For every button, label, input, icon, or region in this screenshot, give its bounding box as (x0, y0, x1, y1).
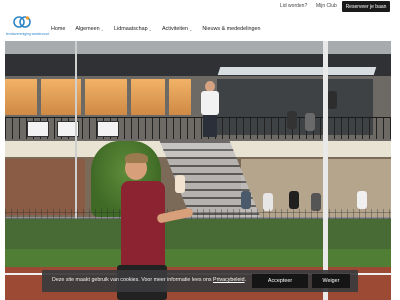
club-logo[interactable]: tennisvereniging westervoort (6, 14, 50, 40)
lid-worden-link[interactable]: Lid worden? (280, 3, 307, 9)
coach-legs (203, 115, 217, 137)
top-utility-bar: Lid worden? Mijn Club Reserveer je baan (0, 0, 400, 14)
balcony-banner (97, 121, 119, 137)
clubhouse-window (169, 79, 191, 115)
spectator (175, 175, 185, 193)
privacy-policy-link[interactable]: Privacybeleid (213, 277, 245, 283)
logo-icon (13, 16, 31, 28)
nav-item-label: Algemeen (75, 26, 100, 32)
chevron-down-icon: ⌄ (189, 26, 193, 32)
mijn-club-link[interactable]: Mijn Club (316, 3, 337, 9)
light-pole (323, 41, 328, 300)
cookie-text: Deze site maakt gebruik van cookies. Voo… (52, 277, 214, 283)
spectator (287, 111, 297, 129)
cookie-consent-bar: Deze site maakt gebruik van cookies. Voo… (42, 270, 358, 292)
chevron-down-icon: ⌄ (148, 26, 152, 32)
grass (5, 249, 391, 269)
nav-item-label: Nieuws & mededelingen (202, 26, 261, 32)
spectator (327, 91, 337, 109)
spectator (289, 191, 299, 209)
accept-cookies-button[interactable]: Accepteer (252, 274, 308, 288)
player-shirt (121, 181, 165, 269)
nav-item-label: Lidmaatschap (114, 26, 148, 32)
decline-cookies-button[interactable]: Weiger (312, 274, 350, 288)
logo-text: tennisvereniging westervoort (6, 32, 50, 36)
hero-photo (5, 41, 391, 300)
reserve-court-button[interactable]: Reserveer je baan (342, 1, 390, 12)
player-hair (125, 153, 148, 163)
hedge (5, 219, 391, 249)
clubhouse-window (5, 79, 37, 115)
main-navigation: Home Algemeen ⌄ Lidmaatschap ⌄ Activiteite… (51, 24, 261, 34)
spectator (357, 191, 367, 209)
nav-item-algemeen[interactable]: Algemeen ⌄ (75, 24, 104, 34)
nav-item-activiteiten[interactable]: Activiteiten ⌄ (162, 24, 192, 34)
nav-item-home[interactable]: Home (51, 24, 65, 34)
nav-item-nieuws[interactable]: Nieuws & mededelingen (202, 24, 260, 34)
spectator (241, 191, 251, 209)
clubhouse-window (85, 79, 127, 115)
spectator (305, 113, 315, 131)
page: Lid worden? Mijn Club Reserveer je baan … (0, 0, 400, 300)
terrace-canopy (217, 67, 377, 75)
nav-item-label: Activiteiten (161, 26, 189, 32)
cookie-text-suffix: . (244, 277, 247, 283)
coach-shirt (201, 91, 219, 115)
clubhouse-window (131, 79, 165, 115)
cookie-message: Deze site maakt gebruik van cookies. Voo… (52, 277, 246, 283)
chevron-down-icon: ⌄ (100, 26, 105, 32)
balcony-banner (27, 121, 49, 137)
brick-wall (5, 159, 85, 215)
nav-item-lidmaatschap[interactable]: Lidmaatschap ⌄ (114, 24, 152, 34)
nav-item-label: Home (51, 26, 66, 32)
